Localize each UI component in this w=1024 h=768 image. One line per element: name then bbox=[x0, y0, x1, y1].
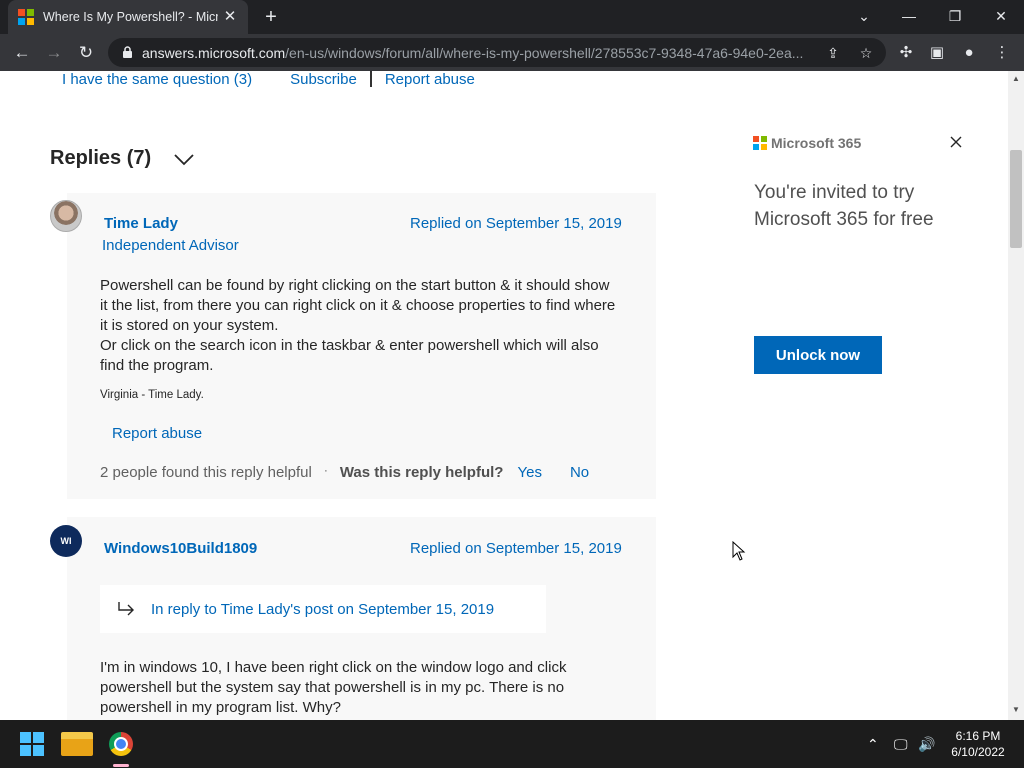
minimize-icon[interactable]: — bbox=[894, 4, 924, 28]
profile-avatar-icon[interactable]: ● bbox=[958, 42, 980, 64]
share-icon[interactable]: ⇪ bbox=[824, 44, 842, 62]
side-panel-icon[interactable]: ▣ bbox=[926, 42, 948, 64]
taskbar-clock[interactable]: 6:16 PM 6/10/2022 bbox=[944, 728, 1012, 760]
reply-body: I'm in windows 10, I have been right cli… bbox=[100, 659, 567, 716]
chrome-taskbar-icon[interactable] bbox=[105, 728, 137, 760]
same-question-link[interactable]: I have the same question (3) bbox=[62, 71, 252, 88]
subscribe-link[interactable]: Subscribe bbox=[290, 71, 357, 88]
author-role: Independent Advisor bbox=[102, 237, 239, 254]
in-reply-to-link[interactable]: In reply to Time Lady's post on Septembe… bbox=[151, 601, 494, 618]
file-explorer-icon[interactable] bbox=[61, 728, 93, 760]
helpful-no-button[interactable]: No bbox=[570, 464, 589, 481]
scroll-up-arrow-icon[interactable]: ▲ bbox=[1010, 74, 1022, 84]
ad-headline: You're invited to try Microsoft 365 for … bbox=[754, 182, 934, 230]
reply-date-link[interactable]: Replied on September 15, 2019 bbox=[410, 540, 622, 557]
restore-icon[interactable]: ❐ bbox=[940, 4, 970, 28]
link-divider bbox=[369, 71, 372, 87]
reply-report-abuse-link[interactable]: Report abuse bbox=[112, 425, 202, 442]
browser-toolbar: ← → ↻ answers.microsoft.com/en-us/window… bbox=[0, 34, 1024, 71]
browser-tab-bar: Where Is My Powershell? - Micro ✕ + ⌄ — … bbox=[0, 0, 1024, 34]
was-helpful-label: Was this reply helpful? bbox=[339, 464, 504, 481]
unlock-now-button[interactable]: Unlock now bbox=[754, 336, 882, 374]
url-text: answers.microsoft.com/en-us/windows/foru… bbox=[142, 44, 804, 61]
question-report-abuse-link[interactable]: Report abuse bbox=[385, 71, 475, 88]
mouse-cursor-icon bbox=[732, 540, 746, 561]
in-reply-to-box[interactable]: In reply to Time Lady's post on Septembe… bbox=[100, 585, 546, 633]
page-viewport: I have the same question (3) Subscribe R… bbox=[0, 71, 1008, 720]
avatar[interactable]: WI bbox=[50, 525, 82, 557]
reply-date-link[interactable]: Replied on September 15, 2019 bbox=[410, 215, 622, 232]
clock-time: 6:16 PM bbox=[955, 729, 1001, 743]
browser-menu-icon[interactable]: ⋮ bbox=[991, 42, 1013, 64]
reply-body: Powershell can be found by right clickin… bbox=[100, 277, 616, 374]
address-bar[interactable]: answers.microsoft.com/en-us/windows/foru… bbox=[108, 38, 886, 67]
avatar[interactable] bbox=[50, 200, 82, 232]
helpful-count: 2 people found this reply helpful bbox=[100, 464, 312, 481]
reply-author[interactable]: Time Lady bbox=[104, 215, 178, 232]
reply-arrow-icon bbox=[116, 601, 136, 617]
ad-close-icon[interactable] bbox=[948, 134, 964, 150]
bookmark-star-icon[interactable]: ☆ bbox=[857, 44, 875, 62]
windows-start-icon[interactable] bbox=[16, 728, 48, 760]
forward-arrow-icon[interactable]: → bbox=[41, 40, 67, 66]
extensions-puzzle-icon[interactable]: ✣ bbox=[895, 42, 917, 64]
helpful-yes-button[interactable]: Yes bbox=[517, 464, 541, 481]
window-close-icon[interactable]: ✕ bbox=[986, 4, 1016, 28]
new-tab-plus-icon[interactable]: + bbox=[260, 6, 282, 28]
microsoft-365-logo: Microsoft 365 bbox=[753, 135, 861, 151]
separator-dot: · bbox=[323, 462, 328, 477]
network-icon[interactable]: 🖵 bbox=[894, 735, 908, 753]
lock-icon[interactable] bbox=[120, 46, 134, 60]
replies-heading: Replies (7) bbox=[50, 147, 152, 169]
chevron-down-icon[interactable] bbox=[172, 149, 196, 169]
tab-title: Where Is My Powershell? - Micro bbox=[43, 10, 218, 24]
microsoft-logo-icon bbox=[753, 136, 767, 150]
tab-close-icon[interactable]: ✕ bbox=[222, 9, 238, 25]
clock-date: 6/10/2022 bbox=[951, 745, 1005, 759]
active-app-indicator bbox=[113, 764, 129, 767]
question-action-links: I have the same question (3) Subscribe R… bbox=[62, 71, 475, 88]
tray-chevron-up-icon[interactable]: ⌃ bbox=[867, 735, 879, 753]
back-arrow-icon[interactable]: ← bbox=[9, 40, 35, 66]
scrollbar-thumb[interactable] bbox=[1010, 150, 1022, 248]
scroll-down-arrow-icon[interactable]: ▼ bbox=[1010, 705, 1022, 715]
microsoft-favicon-icon bbox=[18, 9, 34, 25]
reply-author[interactable]: Windows10Build1809 bbox=[104, 540, 257, 557]
ad-brand-text: Microsoft 365 bbox=[771, 135, 862, 151]
reply-signature: Virginia - Time Lady. bbox=[100, 389, 204, 401]
browser-tab[interactable]: Where Is My Powershell? - Micro ✕ bbox=[8, 0, 248, 34]
tab-search-chevron-icon[interactable]: ⌄ bbox=[849, 4, 879, 28]
helpful-row: 2 people found this reply helpful · Was … bbox=[100, 462, 589, 482]
volume-icon[interactable]: 🔊 bbox=[918, 735, 935, 753]
windows-taskbar: ⌃ 🖵 🔊 6:16 PM 6/10/2022 bbox=[0, 720, 1024, 768]
reload-icon[interactable]: ↻ bbox=[73, 40, 99, 66]
